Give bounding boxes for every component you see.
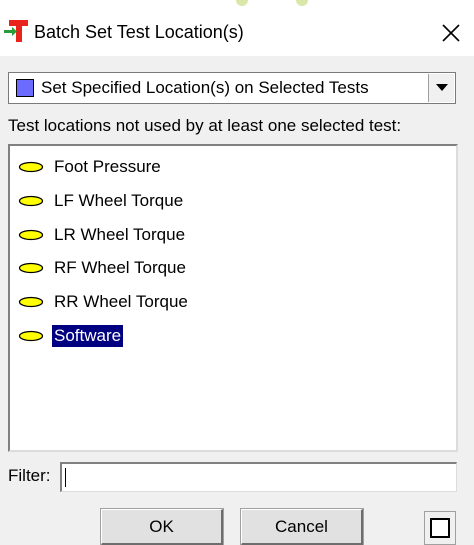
ok-button[interactable]: OK — [101, 509, 223, 545]
options-square-button[interactable] — [424, 511, 456, 545]
list-item-foot-pressure[interactable]: Foot Pressure — [18, 154, 163, 180]
dialog-body: Set Specified Location(s) on Selected Te… — [0, 56, 474, 545]
mode-select[interactable]: Set Specified Location(s) on Selected Te… — [8, 72, 456, 104]
yellow-ellipse-icon — [18, 330, 44, 342]
title-bar[interactable]: Batch Set Test Location(s) — [0, 10, 474, 56]
mode-select-value: Set Specified Location(s) on Selected Te… — [41, 78, 369, 97]
background-strip — [0, 0, 474, 10]
window-title: Batch Set Test Location(s) — [34, 22, 244, 42]
list-caption: Test locations not used by at least one … — [8, 116, 402, 135]
square-icon — [430, 518, 450, 538]
app-logo-icon — [4, 20, 28, 42]
list-item-label: RF Wheel Torque — [54, 258, 186, 277]
list-item-lr-wheel-torque[interactable]: LR Wheel Torque — [18, 222, 187, 248]
background-ornament — [236, 0, 248, 6]
list-item-label: LR Wheel Torque — [54, 225, 186, 244]
batch-set-location-dialog: Batch Set Test Location(s) Set Specified… — [0, 0, 474, 545]
close-button[interactable] — [428, 10, 474, 56]
list-item-lf-wheel-torque[interactable]: LF Wheel Torque — [18, 188, 185, 214]
mode-dropdown-button[interactable] — [428, 74, 454, 102]
list-item-label: LF Wheel Torque — [54, 191, 184, 210]
yellow-ellipse-icon — [18, 262, 44, 274]
yellow-ellipse-icon — [18, 229, 44, 241]
list-item-label-selected: Software — [52, 325, 124, 347]
chevron-down-icon — [435, 84, 448, 91]
filter-input[interactable] — [60, 462, 457, 492]
list-item-rr-wheel-torque[interactable]: RR Wheel Torque — [18, 289, 190, 315]
close-icon — [442, 24, 460, 42]
yellow-ellipse-icon — [18, 161, 44, 173]
location-listbox[interactable]: Foot Pressure LF Wheel Torque LR Wheel T… — [8, 144, 458, 452]
text-caret — [65, 468, 66, 487]
list-item-label: RR Wheel Torque — [54, 292, 188, 311]
list-item-software[interactable]: Software — [18, 323, 124, 349]
background-ornament — [296, 0, 308, 6]
filter-label: Filter: — [8, 466, 51, 485]
yellow-ellipse-icon — [18, 296, 44, 308]
list-item-rf-wheel-torque[interactable]: RF Wheel Torque — [18, 255, 188, 281]
mode-color-swatch — [16, 79, 34, 97]
list-item-label: Foot Pressure — [54, 157, 161, 176]
yellow-ellipse-icon — [18, 195, 44, 207]
cancel-button[interactable]: Cancel — [241, 509, 363, 545]
